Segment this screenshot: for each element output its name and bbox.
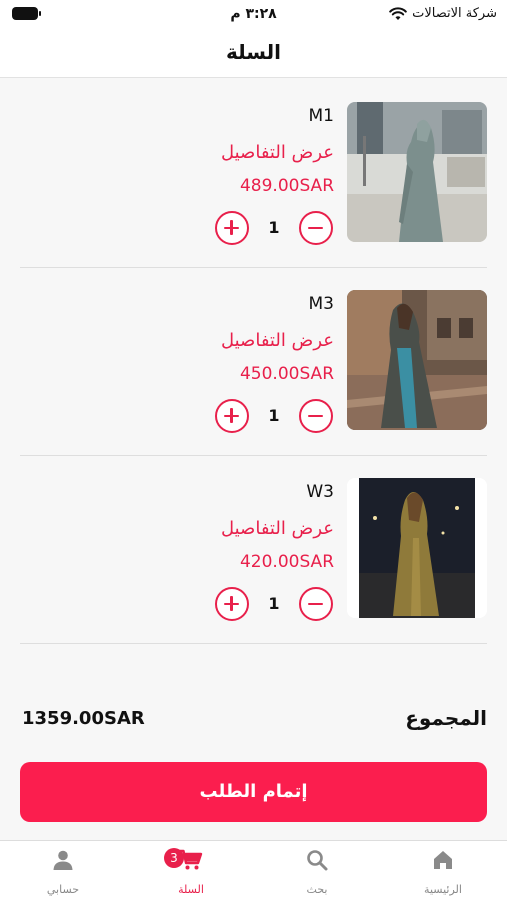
item-name: W3 [306,482,334,502]
tab-bar: الرئيسية بحث 3 السلة حسابي [0,840,507,900]
product-photo-m1 [347,102,487,242]
tab-account[interactable]: حسابي [0,841,126,900]
increase-quantity-button[interactable] [215,587,249,621]
quantity-stepper: 1 [215,399,333,433]
search-icon [307,850,328,871]
tab-home[interactable]: الرئيسية [380,841,506,900]
status-bar: ٣:٢٨ م شركة الاتصالات [0,0,507,30]
product-photo-m3 [347,290,487,430]
tab-search[interactable]: بحث [254,841,380,900]
total-value: 1359.00SAR [22,708,145,729]
item-price: 489.00SAR [239,176,334,196]
cart-item: M3 عرض التفاصيل 450.00SAR 1 [20,268,487,456]
quantity-value: 1 [268,406,280,425]
cart-item: W3 عرض التفاصيل 420.00SAR 1 [20,456,487,644]
product-image[interactable] [347,478,487,618]
quantity-stepper: 1 [215,211,333,245]
item-name: M3 [308,294,334,314]
tab-cart[interactable]: 3 السلة [128,841,254,900]
status-carrier: شركة الاتصالات [389,6,497,21]
increase-quantity-button[interactable] [215,399,249,433]
wifi-icon [389,7,407,20]
view-details-link[interactable]: عرض التفاصيل [221,518,334,539]
decrease-quantity-button[interactable] [299,399,333,433]
view-details-link[interactable]: عرض التفاصيل [221,330,334,351]
tab-home-label: الرئيسية [424,883,462,896]
quantity-stepper: 1 [215,587,333,621]
increase-quantity-button[interactable] [215,211,249,245]
cart-item: M1 عرض التفاصيل 489.00SAR 1 [20,80,487,268]
carrier-name: شركة الاتصالات [412,6,497,21]
product-image[interactable] [347,102,487,242]
header: السلة [0,30,507,78]
decrease-quantity-button[interactable] [299,587,333,621]
product-image[interactable] [347,290,487,430]
decrease-quantity-button[interactable] [299,211,333,245]
item-price: 450.00SAR [239,364,334,384]
total-label: المجموع [405,706,487,730]
product-photo-w3 [347,478,487,618]
cart-count-badge: 3 [164,848,184,868]
item-price: 420.00SAR [239,552,334,572]
tab-search-label: بحث [306,883,328,896]
quantity-value: 1 [268,218,280,237]
page-title: السلة [225,40,281,64]
quantity-value: 1 [268,594,280,613]
home-icon [434,851,452,869]
tab-cart-label: السلة [178,883,204,896]
user-icon [53,850,73,870]
tab-account-label: حسابي [46,883,80,896]
view-details-link[interactable]: عرض التفاصيل [221,142,334,163]
total-row: المجموع 1359.00SAR [20,704,487,736]
item-name: M1 [308,106,334,126]
checkout-button[interactable]: إتمام الطلب [20,762,487,822]
cart-list: M1 عرض التفاصيل 489.00SAR 1 M3 عرض التفا… [0,80,507,644]
